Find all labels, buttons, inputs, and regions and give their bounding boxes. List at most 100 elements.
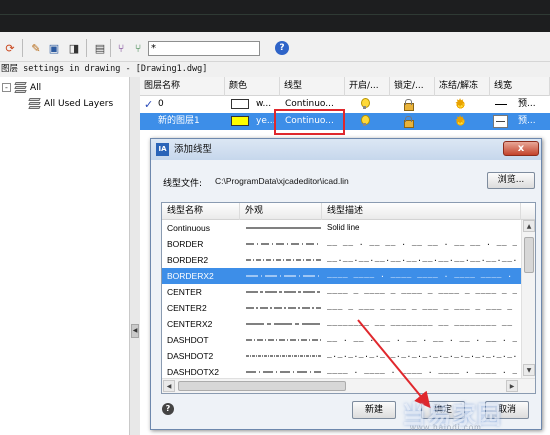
linetype-name: CENTER — [167, 287, 202, 297]
layer-row[interactable]: ✓ 0 w... Continuo... 预... — [140, 96, 550, 113]
new-layer-icon[interactable]: ✎ — [28, 40, 44, 56]
column-header-description[interactable]: 线型描述 — [322, 203, 521, 220]
layer-lineweight[interactable]: 预... — [514, 96, 536, 113]
column-header-name[interactable]: 图层名称 — [140, 77, 225, 96]
column-header-linetype[interactable]: 线型 — [280, 77, 345, 96]
linetype-preview — [246, 291, 321, 293]
light-bulb-on-icon[interactable] — [360, 115, 370, 127]
linetype-preview — [246, 227, 321, 229]
column-header-linetype-name[interactable]: 线型名称 — [162, 203, 240, 220]
linetype-row[interactable]: BORDERX2 ____ ____ . ____ ____ . ____ ___… — [162, 268, 521, 284]
linetype-name: BORDERX2 — [167, 271, 214, 281]
scroll-thumb[interactable] — [524, 237, 534, 273]
tree-node-label: All Used Layers — [44, 98, 114, 109]
help-icon[interactable]: ? — [162, 403, 174, 415]
linetype-description: ___ _ ___ _ ___ _ ___ _ ___ _ ___ _ ___ — [327, 303, 517, 312]
invert-filter-icon[interactable]: ⑂ — [130, 40, 146, 56]
light-bulb-on-icon[interactable] — [360, 98, 370, 110]
filter-icon[interactable]: ⑂ — [113, 40, 129, 56]
current-layer-check-icon: ✓ — [144, 98, 154, 111]
layer-color-swatch[interactable] — [231, 99, 249, 109]
layer-filter-input[interactable]: * — [148, 41, 260, 56]
column-header-on-off[interactable]: 开启/... — [345, 77, 390, 96]
linetype-row[interactable]: CENTER ____ _ ____ _ ____ _ ____ _ ____ _… — [162, 284, 521, 300]
collapse-panel-icon[interactable]: ◀ — [131, 324, 139, 338]
linetype-preview — [246, 275, 321, 277]
thaw-sun-icon[interactable] — [455, 96, 466, 110]
linetype-preview — [246, 243, 321, 245]
layer-settings-status: 图层 settings in drawing - [Drawing1.dwg] — [1, 64, 208, 74]
layer-color-name[interactable]: ye... — [252, 113, 275, 130]
linetype-name: DASHDOT — [167, 335, 209, 345]
linetype-description: __ . __ . __ . __ . __ . __ . __ . __ . — [327, 335, 517, 344]
column-header-freeze[interactable]: 冻结/解冻 — [435, 77, 490, 96]
app-icon: IA — [156, 143, 169, 156]
linetype-description: ________ __ ________ __ ________ __ ____ — [327, 319, 517, 328]
scroll-right-icon[interactable]: ▶ — [506, 380, 518, 392]
canvas-grid-line — [0, 14, 550, 15]
layer-name[interactable]: 0 — [154, 96, 164, 113]
column-header-color[interactable]: 颜色 — [225, 77, 280, 96]
linetype-description: Solid line — [327, 223, 360, 232]
dialog-titlebar[interactable]: IA 添加线型 x — [151, 139, 541, 160]
linetype-preview — [246, 371, 321, 373]
linetype-preview — [246, 339, 321, 341]
linetype-list: 线型名称 外观 线型描述 Continuous Solid line BORDER _… — [161, 202, 536, 394]
lineweight-line-icon — [495, 104, 507, 105]
column-header-appearance[interactable]: 外观 — [240, 203, 322, 220]
watermark-url: www.haiodi.com — [410, 423, 482, 432]
scroll-left-icon[interactable]: ◀ — [163, 380, 175, 392]
panel-splitter[interactable]: ◀ — [130, 77, 140, 435]
layer-color-name[interactable]: w... — [252, 96, 271, 113]
layers-filter-icon — [28, 98, 41, 109]
set-current-icon[interactable]: ▤ — [92, 40, 108, 56]
layer-row-selected[interactable]: 新的图层1 ye... Continuo... 预... — [140, 113, 550, 130]
linetype-description: ____ _ ____ _ ____ _ ____ _ ____ _ ____ — [327, 287, 517, 296]
linetype-description: _._._._._._._._._._._._._._._._._._._. — [327, 351, 517, 360]
linetype-list-header: 线型名称 外观 线型描述 — [162, 203, 535, 220]
column-header-lineweight[interactable]: 线宽 — [490, 77, 550, 96]
horizontal-scrollbar[interactable]: ◀ ▶ — [162, 378, 535, 393]
linetype-preview — [246, 323, 321, 325]
linetype-name: BORDER2 — [167, 255, 209, 265]
add-linetype-dialog: IA 添加线型 x 线型文件: C:\ProgramData\xjcadedit… — [150, 138, 542, 430]
linetype-name: BORDER — [167, 239, 204, 249]
linetype-row[interactable]: DASHDOT2 _._._._._._._._._._._._._._._._.… — [162, 348, 521, 364]
layer-states-icon[interactable]: ⟳ — [2, 40, 18, 56]
layer-name[interactable]: 新的图层1 — [154, 113, 200, 130]
linetype-description: __ __ . __ __ . __ __ . __ __ . __ __ . — [327, 239, 517, 248]
linetype-row[interactable]: BORDER __ __ . __ __ . __ __ . __ __ . __… — [162, 236, 521, 252]
unlocked-icon[interactable] — [403, 116, 414, 128]
linetype-description: ____ ____ . ____ ____ . ____ ____ . ____ — [327, 271, 517, 280]
scroll-down-icon[interactable]: ▼ — [523, 364, 535, 376]
linetype-description: __.__.__.__.__.__.__.__.__.__.__.__.__. — [327, 255, 517, 264]
scroll-up-icon[interactable]: ▲ — [523, 220, 535, 232]
new-layer-frozen-icon[interactable]: ▣ — [46, 40, 62, 56]
delete-layer-icon[interactable]: ◨ — [66, 40, 82, 56]
close-button[interactable]: x — [503, 141, 539, 156]
linetype-row[interactable]: Continuous Solid line — [162, 220, 521, 236]
linetype-preview — [246, 355, 321, 357]
vertical-scrollbar[interactable]: ▲ ▼ — [521, 220, 535, 378]
column-header-lock[interactable]: 锁定/... — [390, 77, 435, 96]
new-button[interactable]: 新建 — [352, 401, 396, 419]
layer-lineweight[interactable]: 预... — [514, 113, 536, 130]
linetype-row[interactable]: CENTERX2 ________ __ ________ __ ________… — [162, 316, 521, 332]
linetype-row[interactable]: DASHDOT __ . __ . __ . __ . __ . __ . __ … — [162, 332, 521, 348]
unlocked-icon[interactable] — [403, 99, 414, 111]
linetype-preview — [246, 307, 321, 309]
layer-color-swatch[interactable] — [231, 116, 249, 126]
scroll-thumb[interactable] — [178, 381, 346, 391]
collapse-icon[interactable]: - — [2, 83, 11, 92]
linetype-row[interactable]: CENTER2 ___ _ ___ _ ___ _ ___ _ ___ _ ___… — [162, 300, 521, 316]
tree-node-all[interactable]: - All — [2, 82, 41, 93]
linetype-preview — [246, 259, 321, 261]
tree-node-all-used-layers[interactable]: All Used Layers — [28, 98, 113, 109]
help-icon[interactable]: ? — [275, 41, 289, 55]
browse-button[interactable]: 浏览... — [487, 172, 535, 189]
thaw-sun-icon[interactable] — [455, 113, 466, 127]
layer-filter-tree: - All All Used Layers — [0, 77, 130, 435]
lineweight-box-icon[interactable] — [493, 115, 508, 128]
linetype-file-path: C:\ProgramData\xjcadeditor\icad.lin — [215, 176, 349, 186]
linetype-row[interactable]: BORDER2 __.__.__.__.__.__.__.__.__.__.__.… — [162, 252, 521, 268]
